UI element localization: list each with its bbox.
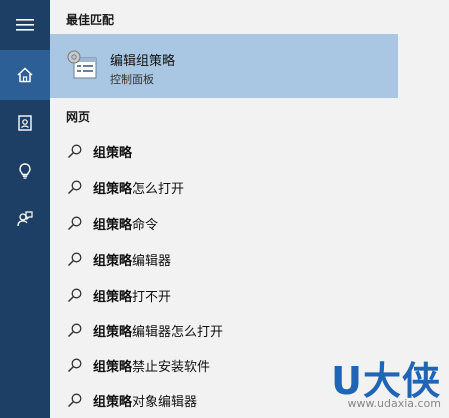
best-match-subtitle: 控制面板: [110, 73, 154, 86]
best-match-title: 编辑组策略: [110, 54, 176, 69]
web-suggestion-text: 组策略: [93, 145, 133, 161]
search-icon: [67, 252, 82, 267]
feedback-button[interactable]: [0, 194, 50, 244]
web-suggestion-text: 组策略命令: [93, 217, 159, 233]
home-icon: [17, 67, 33, 83]
search-icon: [67, 358, 82, 373]
reminders-button[interactable]: [0, 146, 50, 196]
web-suggestion-item[interactable]: 组策略命令: [50, 206, 398, 240]
hamburger-menu-icon: [16, 19, 34, 31]
best-match-item[interactable]: 编辑组策略 控制面板: [50, 34, 398, 98]
search-icon: [67, 144, 82, 159]
group-policy-editor-icon: [67, 50, 97, 79]
search-icon: [67, 323, 82, 338]
search-icon: [67, 288, 82, 303]
feedback-icon: [17, 211, 33, 227]
search-icon: [67, 180, 82, 195]
web-suggestion-text: 组策略禁止安装软件: [93, 359, 211, 375]
web-suggestion-text: 组策略打不开: [93, 289, 172, 305]
left-nav-rail: [0, 0, 50, 418]
notebook-icon: [18, 115, 32, 131]
udaxia-watermark: U大侠 www.udaxia.com: [311, 350, 441, 410]
web-suggestion-text: 组策略编辑器: [93, 253, 172, 269]
watermark-url: www.udaxia.com: [347, 397, 441, 410]
web-suggestion-item[interactable]: 组策略编辑器: [50, 242, 398, 276]
best-match-header: 最佳匹配: [66, 13, 115, 27]
web-suggestion-item[interactable]: 组策略打不开: [50, 278, 398, 312]
hamburger-menu-button[interactable]: [0, 0, 50, 50]
search-icon: [67, 393, 82, 408]
web-suggestion-text: 组策略对象编辑器: [93, 394, 198, 410]
home-button[interactable]: [0, 50, 50, 100]
web-suggestion-text: 组策略怎么打开: [93, 181, 185, 197]
web-suggestion-text: 组策略编辑器怎么打开: [93, 324, 224, 340]
notebook-button[interactable]: [0, 98, 50, 148]
web-header: 网页: [66, 110, 91, 124]
web-suggestion-item[interactable]: 组策略: [50, 134, 398, 168]
search-icon: [67, 216, 82, 231]
web-suggestion-item[interactable]: 组策略怎么打开: [50, 170, 398, 204]
lightbulb-icon: [19, 163, 31, 179]
web-suggestion-item[interactable]: 组策略编辑器怎么打开: [50, 313, 398, 347]
